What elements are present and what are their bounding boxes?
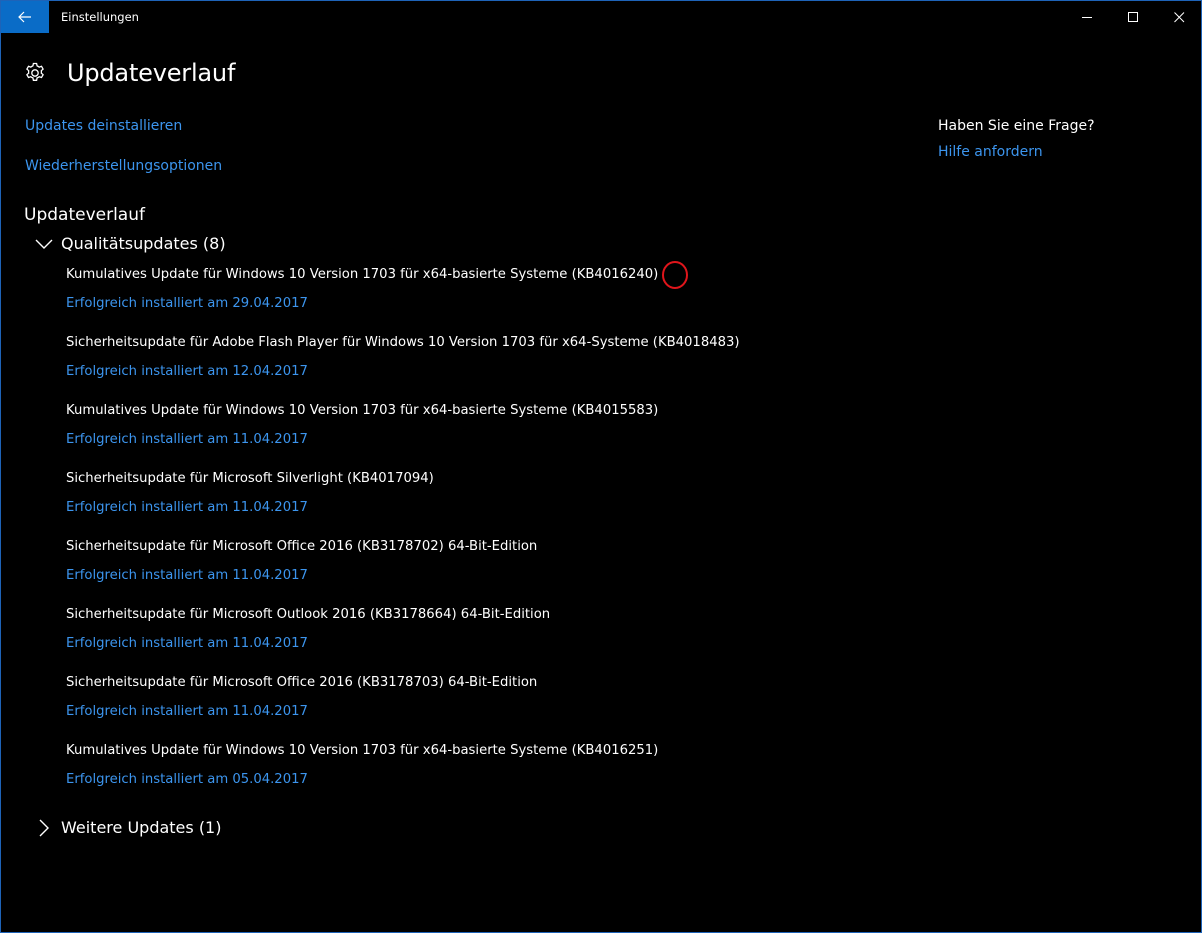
update-name: Sicherheitsupdate für Microsoft Office 2…: [66, 675, 538, 690]
update-name: Sicherheitsupdate für Microsoft Outlook …: [66, 607, 551, 622]
update-status-link[interactable]: Erfolgreich installiert am 11.04.2017: [66, 432, 308, 447]
maximize-icon: [1127, 11, 1138, 22]
update-name: Sicherheitsupdate für Microsoft Office 2…: [66, 539, 538, 554]
update-status-link[interactable]: Erfolgreich installiert am 29.04.2017: [66, 296, 308, 311]
page-title: Updateverlauf: [67, 59, 236, 87]
minimize-button[interactable]: [1064, 1, 1110, 33]
close-icon: [1173, 11, 1184, 22]
uninstall-updates-link[interactable]: Updates deinstallieren: [25, 118, 182, 134]
update-name: Kumulatives Update für Windows 10 Versio…: [66, 743, 659, 758]
chevron-down-icon: [35, 235, 53, 253]
update-name: Kumulatives Update für Windows 10 Versio…: [66, 403, 659, 418]
update-name: Sicherheitsupdate für Adobe Flash Player…: [66, 335, 740, 350]
update-status-link[interactable]: Erfolgreich installiert am 11.04.2017: [66, 568, 308, 583]
settings-window: Einstellungen Updateverlauf Updates dein…: [0, 0, 1202, 933]
page-header: Updateverlauf: [23, 59, 235, 87]
maximize-button[interactable]: [1110, 1, 1156, 33]
update-status-link[interactable]: Erfolgreich installiert am 05.04.2017: [66, 772, 308, 787]
list-item: Sicherheitsupdate für Microsoft Silverli…: [66, 471, 866, 539]
update-status-link[interactable]: Erfolgreich installiert am 11.04.2017: [66, 704, 308, 719]
update-status-link[interactable]: Erfolgreich installiert am 11.04.2017: [66, 500, 308, 515]
update-status-link[interactable]: Erfolgreich installiert am 12.04.2017: [66, 364, 308, 379]
recovery-options-link[interactable]: Wiederherstellungsoptionen: [25, 158, 222, 174]
get-help-link[interactable]: Hilfe anfordern: [938, 144, 1095, 160]
further-updates-group-toggle[interactable]: Weitere Updates (1): [35, 818, 221, 837]
list-item: Sicherheitsupdate für Microsoft Office 2…: [66, 675, 866, 743]
minimize-icon: [1081, 16, 1092, 18]
chevron-right-icon: [35, 819, 53, 837]
gear-icon: [26, 62, 44, 81]
history-section-title: Updateverlauf: [24, 205, 145, 225]
list-item: Sicherheitsupdate für Microsoft Office 2…: [66, 539, 866, 607]
update-name: Kumulatives Update für Windows 10 Versio…: [66, 267, 659, 282]
quality-updates-list: Kumulatives Update für Windows 10 Versio…: [66, 267, 866, 811]
back-arrow-icon: [18, 11, 31, 23]
list-item: Kumulatives Update für Windows 10 Versio…: [66, 267, 866, 335]
help-panel: Haben Sie eine Frage? Hilfe anfordern: [938, 118, 1095, 160]
window-title: Einstellungen: [61, 10, 139, 24]
close-button[interactable]: [1156, 1, 1201, 33]
list-item: Sicherheitsupdate für Adobe Flash Player…: [66, 335, 866, 403]
list-item: Sicherheitsupdate für Microsoft Outlook …: [66, 607, 866, 675]
back-button[interactable]: [1, 1, 49, 33]
red-annotation-circle: [662, 261, 688, 289]
update-status-link[interactable]: Erfolgreich installiert am 11.04.2017: [66, 636, 308, 651]
list-item: Kumulatives Update für Windows 10 Versio…: [66, 743, 866, 811]
help-question: Haben Sie eine Frage?: [938, 118, 1095, 134]
quality-updates-group-toggle[interactable]: Qualitätsupdates (8): [35, 234, 226, 253]
quality-updates-group-label: Qualitätsupdates (8): [61, 234, 226, 253]
update-name: Sicherheitsupdate für Microsoft Silverli…: [66, 471, 434, 486]
title-bar: Einstellungen: [1, 1, 1201, 33]
further-updates-group-label: Weitere Updates (1): [61, 818, 222, 837]
list-item: Kumulatives Update für Windows 10 Versio…: [66, 403, 866, 471]
